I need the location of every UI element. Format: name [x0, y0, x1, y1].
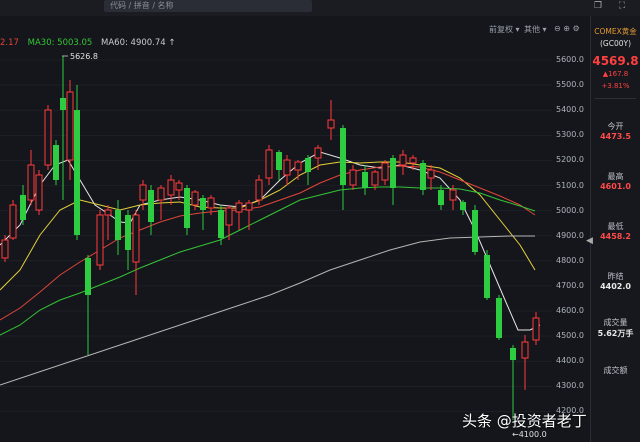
expand-icon[interactable]: ⛶ [616, 1, 628, 11]
candle-up [327, 100, 335, 140]
candle-down [20, 185, 26, 225]
candle-up [381, 160, 389, 185]
candle-down [484, 250, 490, 300]
candle-down [53, 140, 59, 185]
amount-label: 成交额 [603, 366, 628, 375]
candle-down [276, 150, 282, 180]
candle-up [532, 312, 540, 345]
candle-down [60, 56, 66, 200]
candle-up [245, 200, 253, 230]
candle-down [340, 125, 346, 210]
candle-up [255, 175, 263, 205]
low-label: ←4100.0 [512, 430, 547, 439]
candle-down [472, 205, 478, 255]
instrument-code: (GC00Y) [599, 39, 632, 48]
candle-up [521, 335, 529, 390]
top-bar: 代码 / 拼音 / 名称 ❐ ⛶ [0, 0, 640, 16]
candle-down [510, 345, 516, 420]
candle-up [191, 190, 199, 210]
candle-down [115, 200, 121, 255]
search-input[interactable]: 代码 / 拼音 / 名称 [104, 0, 312, 12]
candle-up [44, 105, 52, 170]
volume-label: 成交量 [603, 318, 628, 327]
low-annotation: ←4100.0 [512, 430, 547, 439]
price-change: ▲167.8 [602, 70, 629, 78]
candle-up [27, 150, 35, 205]
high-label: 5626.8 [70, 52, 98, 61]
divider [595, 98, 636, 99]
open-value: 4473.5 [600, 132, 631, 141]
last-price: 4569.8 [592, 54, 639, 68]
candle-down [390, 155, 396, 205]
quote-panel: COMEX黄金 (GC00Y) 4569.8 ▲167.8 +3.81% 今开 … [590, 16, 640, 442]
candle-down [460, 200, 466, 215]
candle-up [349, 165, 357, 190]
prev-settle-label: 昨结 [607, 272, 624, 281]
candle-down [184, 185, 190, 235]
candle-up [104, 205, 112, 240]
candle-up [132, 210, 140, 295]
candle-up [283, 155, 291, 185]
ma-lines [0, 151, 541, 386]
candle-up [139, 180, 147, 210]
price-change-pct: +3.81% [601, 82, 630, 90]
volume-value: 5.62万手 [597, 329, 634, 338]
high-value: 4601.0 [600, 182, 631, 191]
high-label-side: 最高 [607, 172, 624, 181]
candle-up [1, 235, 9, 262]
candle-down [420, 160, 426, 195]
candle-down [74, 85, 80, 240]
open-label: 今开 [607, 122, 624, 131]
prev-settle-value: 4402.0 [600, 282, 631, 291]
grid-lines [0, 59, 552, 412]
candle-up [66, 80, 74, 180]
candle-up [167, 175, 175, 205]
low-value: 4458.2 [600, 232, 631, 241]
candle-down [496, 295, 502, 340]
candle-down [305, 155, 311, 185]
candle-down [438, 185, 444, 210]
restore-window-icon[interactable]: ❐ [592, 1, 604, 11]
candle-up [35, 170, 43, 215]
low-label-side: 最低 [607, 222, 624, 231]
candle-up [96, 210, 104, 270]
candle-up [399, 150, 407, 175]
candle-down [85, 255, 91, 355]
candle-up [314, 145, 322, 170]
candle-up [294, 160, 302, 180]
collapse-panel-icon[interactable]: ◀ [586, 236, 593, 246]
instrument-name: COMEX黄金 [594, 27, 637, 36]
ma60-line [0, 235, 535, 386]
high-annotation: 5626.8 [62, 52, 98, 61]
candle-up [235, 200, 243, 230]
candle-up [9, 200, 17, 240]
ma5-line [0, 151, 541, 331]
watermark: 头条 @投资者老丁 [462, 412, 587, 430]
candle-up [265, 145, 273, 185]
candle-down [148, 185, 154, 235]
candlestick-chart[interactable]: 5626.8 ←4100.0 [0, 20, 590, 442]
